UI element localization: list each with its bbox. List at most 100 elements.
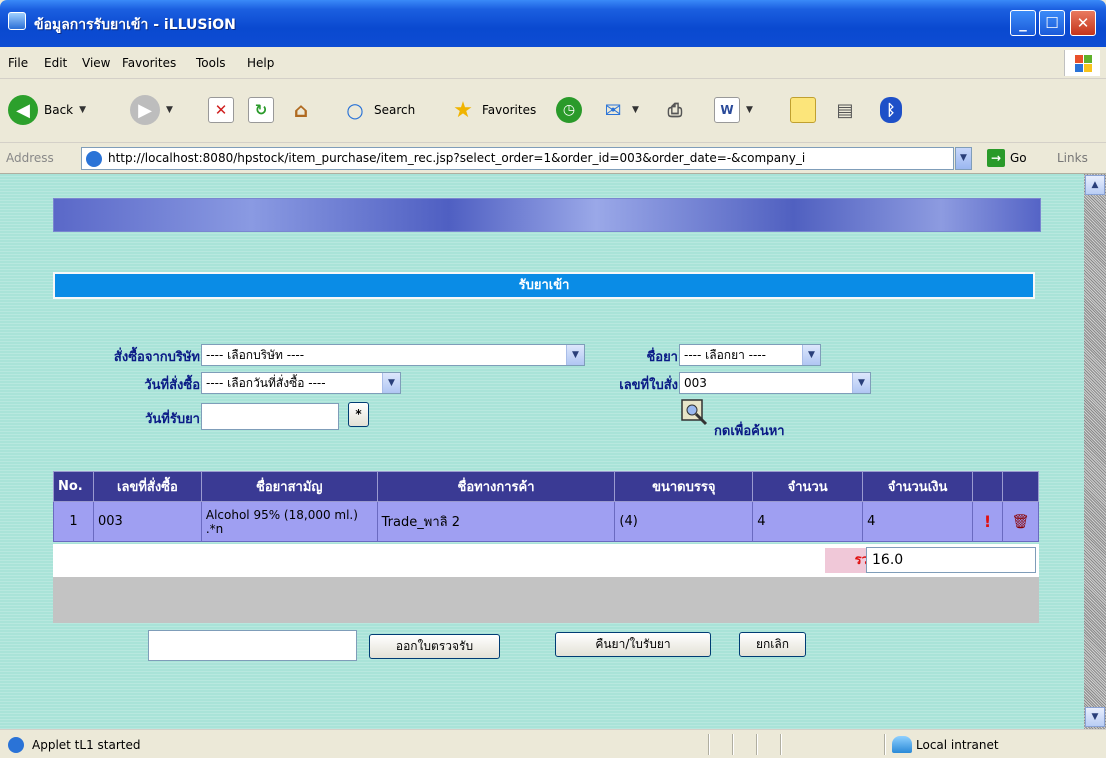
- forward-button[interactable]: ▶ ▼: [130, 91, 173, 129]
- back-label: Back: [44, 103, 74, 117]
- total-value: 16.0: [866, 547, 1036, 573]
- col-action-edit: [971, 471, 1003, 502]
- print-button[interactable]: ⎙: [662, 91, 688, 129]
- home-button[interactable]: ⌂: [288, 91, 314, 129]
- refresh-button[interactable]: ↻: [248, 91, 274, 129]
- research-button[interactable]: ▤: [832, 91, 858, 129]
- page-status-icon: [8, 737, 24, 753]
- history-button[interactable]: ◷: [556, 91, 582, 129]
- vertical-scrollbar[interactable]: ▲ ▼: [1084, 174, 1106, 729]
- bluetooth-button[interactable]: ᛒ: [880, 91, 902, 129]
- return-receipt-button[interactable]: คืนยา/ใบรับยา: [555, 632, 711, 657]
- cell-order-id: 003: [92, 501, 202, 542]
- back-button[interactable]: ◀ Back ▼: [8, 91, 86, 129]
- forward-arrow-icon: ▶: [130, 95, 160, 125]
- page-content: รับยาเข้า สั่งซื้อจากบริษัท ---- เลือกบร…: [0, 174, 1084, 729]
- intranet-icon: [892, 736, 912, 753]
- status-separator: [756, 734, 758, 755]
- company-select-value: ---- เลือกบริษัท ----: [206, 348, 305, 362]
- calendar-button[interactable]: *: [348, 402, 369, 427]
- status-separator: [708, 734, 710, 755]
- col-qty: จำนวน: [752, 471, 864, 502]
- company-label: สั่งซื้อจากบริษัท: [113, 350, 200, 365]
- note-icon: [790, 97, 816, 123]
- address-url: http://localhost:8080/hpstock/item_purch…: [108, 151, 806, 165]
- mail-button[interactable]: ✉ ▼: [600, 91, 639, 129]
- search-drug-icon[interactable]: [680, 398, 710, 426]
- col-amount: จำนวนเงิน: [862, 471, 973, 502]
- scroll-down-icon[interactable]: ▼: [1085, 707, 1105, 727]
- address-bar: Address http://localhost:8080/hpstock/it…: [0, 143, 1106, 174]
- maximize-button[interactable]: ☐: [1039, 10, 1065, 36]
- cell-no: 1: [53, 501, 94, 542]
- edit-button[interactable]: W ▼: [714, 91, 753, 129]
- order-no-select[interactable]: 003 ▼: [679, 372, 871, 394]
- company-select[interactable]: ---- เลือกบริษัท ---- ▼: [201, 344, 585, 366]
- drug-select[interactable]: ---- เลือกยา ---- ▼: [679, 344, 821, 366]
- links-button[interactable]: Links: [1057, 151, 1088, 165]
- cell-generic-name: Alcohol 95% (18,000 ml.) .*n: [200, 501, 378, 542]
- go-arrow-icon: →: [987, 149, 1005, 167]
- back-arrow-icon: ◀: [8, 95, 38, 125]
- drug-label: ชื่อยา: [646, 350, 678, 365]
- issue-receipt-button[interactable]: ออกใบตรวจรับ: [369, 634, 500, 659]
- windows-flag-icon: [1064, 50, 1100, 76]
- stop-icon: ✕: [208, 97, 234, 123]
- chevron-down-icon: ▼: [632, 105, 639, 115]
- favorites-label: Favorites: [482, 103, 537, 117]
- minimize-button[interactable]: _: [1010, 10, 1036, 36]
- menu-tools[interactable]: Tools: [196, 56, 226, 70]
- receipt-input[interactable]: [148, 630, 357, 661]
- order-no-label: เลขที่ใบสั่ง: [619, 378, 678, 393]
- address-dropdown[interactable]: ▼: [955, 147, 972, 170]
- search-button[interactable]: ○ Search: [342, 91, 415, 129]
- menu-edit[interactable]: Edit: [44, 56, 67, 70]
- stop-button[interactable]: ✕: [208, 91, 234, 129]
- chevron-down-icon: ▼: [746, 105, 753, 115]
- favorites-button[interactable]: ★ Favorites: [450, 91, 536, 129]
- scroll-up-icon[interactable]: ▲: [1085, 175, 1105, 195]
- printer-icon: ⎙: [667, 99, 683, 121]
- delete-row-icon[interactable]: 🗑: [1001, 501, 1040, 542]
- go-button[interactable]: → Go: [987, 149, 1027, 167]
- receive-date-input[interactable]: [201, 403, 339, 430]
- order-date-select[interactable]: ---- เลือกวันที่สั่งซื้อ ---- ▼: [201, 372, 401, 394]
- toolbar: ◀ Back ▼ ▶ ▼ ✕ ↻ ⌂ ○ Search ★ Favorites …: [0, 79, 1106, 143]
- receive-date-label: วันที่รับยา: [145, 412, 200, 427]
- edit-row-icon[interactable]: !: [971, 501, 1003, 542]
- chevron-down-icon: ▼: [802, 345, 820, 365]
- menu-favorites[interactable]: Favorites: [122, 56, 176, 70]
- menu-view[interactable]: View: [82, 56, 110, 70]
- cancel-button[interactable]: ยกเลิก: [739, 632, 806, 657]
- section-title: รับยาเข้า: [53, 272, 1035, 299]
- status-bar: Applet tL1 started Local intranet: [0, 729, 1106, 758]
- menu-file[interactable]: File: [8, 56, 28, 70]
- bluetooth-icon: ᛒ: [880, 97, 902, 123]
- total-row: รวม 16.0: [53, 544, 1039, 577]
- window-title: ข้อมูลการรับยาเข้า - iLLUSiON: [34, 17, 236, 33]
- col-action-delete: [1001, 471, 1040, 502]
- status-separator: [732, 734, 734, 755]
- status-separator: [780, 734, 782, 755]
- menu-help[interactable]: Help: [247, 56, 274, 70]
- col-order-id: เลขที่สั่งซื้อ: [92, 471, 202, 502]
- go-label: Go: [1010, 151, 1027, 165]
- status-separator: [884, 734, 886, 755]
- col-no: No.: [53, 471, 94, 502]
- address-label: Address: [6, 151, 54, 165]
- chevron-down-icon: ▼: [852, 373, 870, 393]
- notes-button[interactable]: [790, 91, 816, 129]
- mail-icon: ✉: [604, 98, 622, 122]
- history-icon: ◷: [556, 97, 582, 123]
- search-link[interactable]: กดเพื่อค้นหา: [714, 420, 785, 441]
- order-date-label: วันที่สั่งซื้อ: [144, 378, 200, 393]
- col-trade-name: ชื่อทางการค้า: [376, 471, 616, 502]
- word-icon: W: [714, 97, 740, 123]
- close-button[interactable]: ✕: [1070, 10, 1096, 36]
- col-pack-size: ขนาดบรรจุ: [614, 471, 754, 502]
- chevron-down-icon: ▼: [79, 105, 87, 115]
- address-input[interactable]: http://localhost:8080/hpstock/item_purch…: [81, 147, 954, 170]
- header-banner: [53, 198, 1041, 232]
- window-titlebar: ข้อมูลการรับยาเข้า - iLLUSiON _ ☐ ✕: [0, 0, 1106, 47]
- star-icon: ★: [453, 97, 473, 123]
